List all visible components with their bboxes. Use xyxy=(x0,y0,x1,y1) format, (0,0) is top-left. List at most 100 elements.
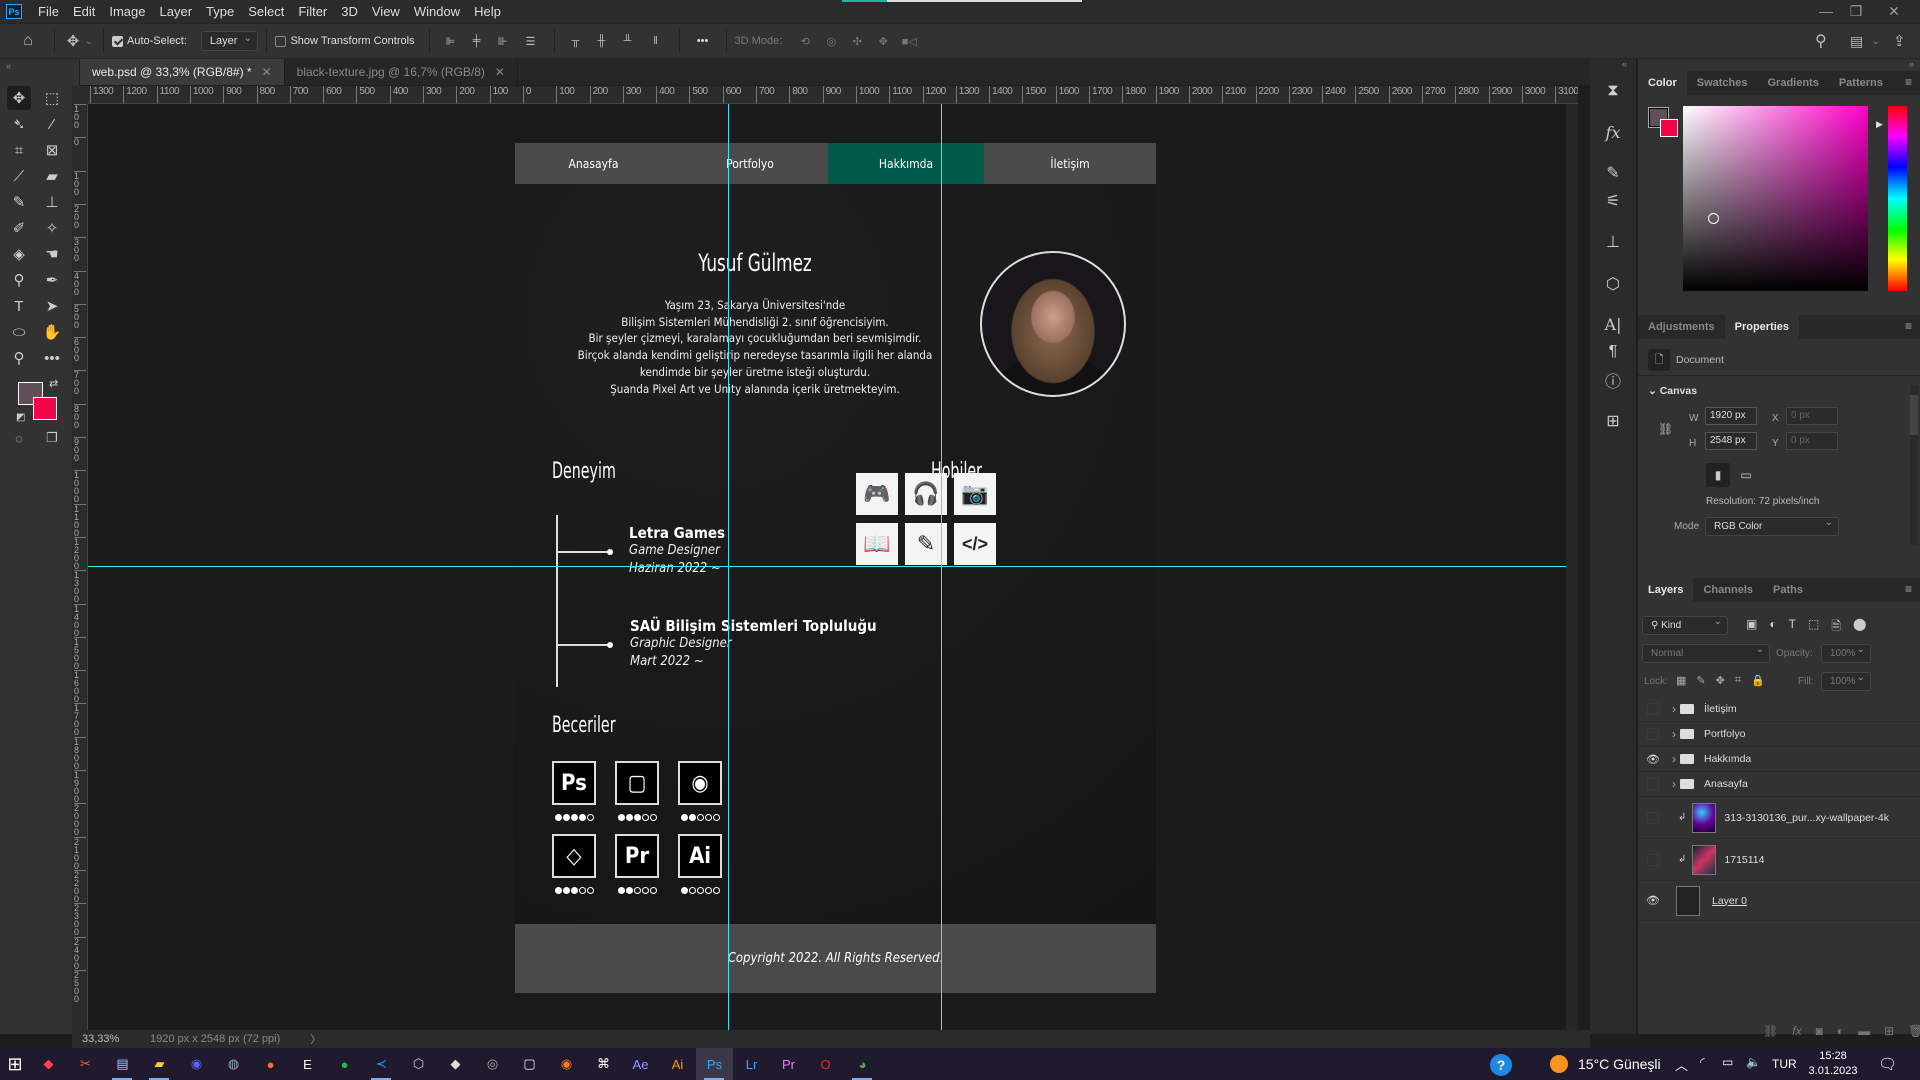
menu-type[interactable]: Type xyxy=(199,4,241,19)
taskbar-app-gray-icon[interactable]: ◎ xyxy=(474,1048,511,1080)
taskbar-chrome-icon[interactable]: ◕ xyxy=(844,1048,881,1080)
taskbar-after-effects-icon[interactable]: Ae xyxy=(622,1048,659,1080)
color-picker-cursor[interactable] xyxy=(1708,213,1719,224)
menu-help[interactable]: Help xyxy=(467,4,508,19)
show-transform-checkbox[interactable] xyxy=(275,35,287,47)
guide-vertical[interactable] xyxy=(941,104,942,1030)
x-field[interactable]: 0 px xyxy=(1786,407,1838,425)
distribute-icon[interactable]: ☰ xyxy=(516,35,546,48)
eyedropper-tool[interactable]: ⟋ xyxy=(7,164,31,188)
width-field[interactable]: 1920 px xyxy=(1705,407,1757,425)
guide-vertical[interactable] xyxy=(728,104,729,1030)
language-indicator[interactable]: TUR xyxy=(1772,1057,1797,1071)
height-field[interactable]: 2548 px xyxy=(1705,432,1757,450)
taskbar-task-manager-icon[interactable]: ▤ xyxy=(104,1048,141,1080)
visibility-toggle[interactable] xyxy=(1647,703,1659,715)
auto-select-checkbox[interactable] xyxy=(112,35,123,47)
panel-menu-icon[interactable]: ≡ xyxy=(1905,582,1912,596)
color-field[interactable] xyxy=(1683,106,1868,291)
menu-edit[interactable]: Edit xyxy=(66,4,102,19)
brush-tool[interactable]: ✎ xyxy=(7,190,31,214)
horizontal-ruler[interactable]: 1300 1200 1100 1000 900 800 700 600 500 400 300 200… xyxy=(88,86,1578,104)
weather-text[interactable]: 15°C Güneşli xyxy=(1578,1056,1661,1072)
distribute-vertical-icon[interactable]: ‖ xyxy=(641,35,671,47)
background-color-chip[interactable] xyxy=(1660,119,1678,137)
layer-row[interactable]: ↲ 1715114 xyxy=(1638,839,1920,881)
align-right-icon[interactable]: ⊪ xyxy=(490,35,516,48)
panel-menu-icon[interactable]: ≡ xyxy=(1905,75,1912,89)
collapse-icon[interactable]: « xyxy=(6,61,11,71)
info-icon[interactable]: ⓘ xyxy=(1598,365,1628,395)
crop-tool[interactable]: ⌗ xyxy=(7,138,31,162)
help-icon[interactable]: ? xyxy=(1490,1054,1512,1076)
frame-tool[interactable]: ⊠ xyxy=(40,138,64,162)
close-tab-icon[interactable]: ✕ xyxy=(495,65,505,79)
taskbar-aseprite-icon[interactable]: ▢ xyxy=(511,1048,548,1080)
tab-paths[interactable]: Paths xyxy=(1763,578,1813,602)
add-mask-icon[interactable]: ◙ xyxy=(1816,1024,1823,1038)
layer-row[interactable]: › İletişim xyxy=(1638,697,1920,722)
taskbar-opera-icon[interactable]: O xyxy=(807,1048,844,1080)
brushes-icon[interactable]: ✎ xyxy=(1598,158,1628,188)
more-tools-icon[interactable]: ••• xyxy=(40,346,64,370)
panel-menu-icon[interactable]: ≡ xyxy=(1905,319,1912,333)
ruler-origin[interactable] xyxy=(72,86,88,104)
layer-row[interactable]: 👁 Layer 0 xyxy=(1638,881,1920,921)
blend-mode-dropdown[interactable]: Normal xyxy=(1642,644,1770,663)
delete-layer-icon[interactable]: 🗑 xyxy=(1908,1024,1920,1038)
3d-icon[interactable]: ⬡ xyxy=(1598,269,1628,299)
lock-artboard-icon[interactable]: ⌗ xyxy=(1735,674,1741,687)
align-top-icon[interactable]: ╥ xyxy=(563,35,589,47)
menu-image[interactable]: Image xyxy=(102,4,152,19)
quick-mask-icon[interactable]: ◌ xyxy=(7,426,31,450)
move-tool[interactable]: ✥ xyxy=(7,86,31,110)
taskbar-file-explorer-icon[interactable]: ▰ xyxy=(141,1048,178,1080)
taskbar-illustrator-icon[interactable]: Ai xyxy=(659,1048,696,1080)
weather-icon[interactable] xyxy=(1550,1055,1568,1073)
tab-layers[interactable]: Layers xyxy=(1638,578,1694,602)
move-tool-icon[interactable]: ✥ xyxy=(63,32,83,50)
taskbar-unity-icon[interactable]: ◆ xyxy=(437,1048,474,1080)
fill-field[interactable]: 100% xyxy=(1821,672,1871,691)
visibility-eye-icon[interactable]: 👁 xyxy=(1646,752,1660,766)
taskbar-unity-hub-icon[interactable]: ⬡ xyxy=(400,1048,437,1080)
timeline-icon[interactable]: ⊞ xyxy=(1598,406,1628,436)
link-icon[interactable]: ⛓ xyxy=(1658,422,1673,436)
styles-fx-icon[interactable]: fx xyxy=(1598,117,1628,147)
expand-chevron-icon[interactable]: › xyxy=(1672,777,1676,791)
visibility-eye-icon[interactable]: 👁 xyxy=(1646,894,1660,908)
ellipse-tool[interactable]: ⬭ xyxy=(7,320,31,344)
status-menu-arrow[interactable]: 〉 xyxy=(310,1031,321,1047)
filter-toggle-icon[interactable]: ⬤ xyxy=(1853,617,1866,638)
lock-transparent-icon[interactable]: ▦ xyxy=(1676,674,1686,687)
layer-style-icon[interactable]: fx xyxy=(1792,1024,1801,1038)
path-selection-tool[interactable]: ➤ xyxy=(40,294,64,318)
swap-colors-icon[interactable]: ⇄ xyxy=(49,377,58,390)
expand-chevron-icon[interactable]: › xyxy=(1672,702,1676,716)
screen-mode-icon[interactable]: ❐ xyxy=(40,426,64,450)
opacity-field[interactable]: 100% xyxy=(1821,644,1871,663)
taskbar-premiere-icon[interactable]: Pr xyxy=(770,1048,807,1080)
taskbar-spotify-icon[interactable]: ● xyxy=(326,1048,363,1080)
healing-brush-tool[interactable]: ▰ xyxy=(40,164,64,188)
visibility-toggle[interactable] xyxy=(1647,778,1659,790)
clock[interactable]: 15:28 3.01.2023 xyxy=(1808,1049,1858,1079)
minimize-button[interactable]: — xyxy=(1812,0,1840,22)
paint-bucket-tool[interactable]: ◈ xyxy=(7,242,31,266)
wifi-icon[interactable]: ◜ xyxy=(1700,1055,1705,1069)
workspace-icon[interactable]: ▤ xyxy=(1850,33,1863,50)
taskbar-start-icon[interactable]: ⊞ xyxy=(0,1048,30,1080)
align-hcenter-icon[interactable]: ╪ xyxy=(464,35,490,47)
menu-view[interactable]: View xyxy=(365,4,407,19)
taskbar-photoshop-icon[interactable]: Ps xyxy=(696,1048,733,1080)
taskbar-steam-icon[interactable]: ◍ xyxy=(215,1048,252,1080)
zoom-level[interactable]: 33,33% xyxy=(82,1033,142,1045)
pen-tool[interactable]: ✒ xyxy=(40,268,64,292)
auto-select-target-dropdown[interactable]: Layer xyxy=(200,31,259,51)
menu-layer[interactable]: Layer xyxy=(153,4,200,19)
visibility-toggle[interactable] xyxy=(1647,811,1659,824)
vertical-ruler[interactable]: 1 0 0 0 1 0 0 2 0 0 3 0 0 4 0 0 5 0 0 6 0 0 7 0 … xyxy=(72,104,88,1030)
lasso-tool[interactable]: ➴ xyxy=(7,112,31,136)
lock-all-icon[interactable]: 🔒 xyxy=(1751,674,1765,687)
zoom-tool[interactable]: ⚲ xyxy=(7,346,31,370)
